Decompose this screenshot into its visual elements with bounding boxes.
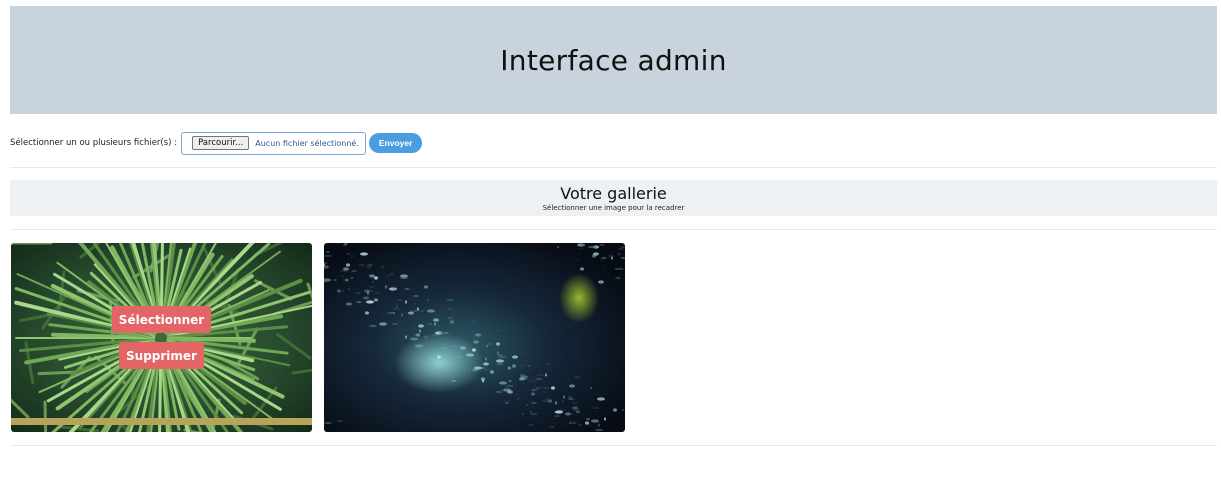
gallery-image-fractal[interactable] <box>324 243 625 432</box>
select-button[interactable]: Sélectionner <box>112 306 211 333</box>
gallery-subtitle: Sélectionner une image pour la recadrer <box>542 204 685 212</box>
upload-form: Sélectionner un ou plusieurs fichier(s) … <box>10 131 423 155</box>
page-title: Interface admin <box>500 43 727 77</box>
file-input[interactable]: Parcourir... Aucun fichier sélectionné. <box>181 131 366 155</box>
gallery-header: Votre gallerie Sélectionner une image po… <box>10 180 1217 216</box>
upload-label: Sélectionner un ou plusieurs fichier(s) … <box>10 138 178 148</box>
divider <box>10 167 1217 168</box>
file-status: Aucun fichier sélectionné. <box>255 138 359 148</box>
browse-button[interactable]: Parcourir... <box>192 136 250 150</box>
delete-button[interactable]: Supprimer <box>119 342 204 369</box>
divider <box>10 445 1217 446</box>
divider <box>10 229 1217 230</box>
gallery-title: Votre gallerie <box>560 184 667 203</box>
pine-image <box>11 243 312 432</box>
send-button[interactable]: Envoyer <box>368 133 423 153</box>
fractal-image <box>324 243 625 432</box>
page-header: Interface admin <box>10 6 1217 114</box>
gallery-image-pine[interactable]: Sélectionner Supprimer <box>11 243 312 432</box>
